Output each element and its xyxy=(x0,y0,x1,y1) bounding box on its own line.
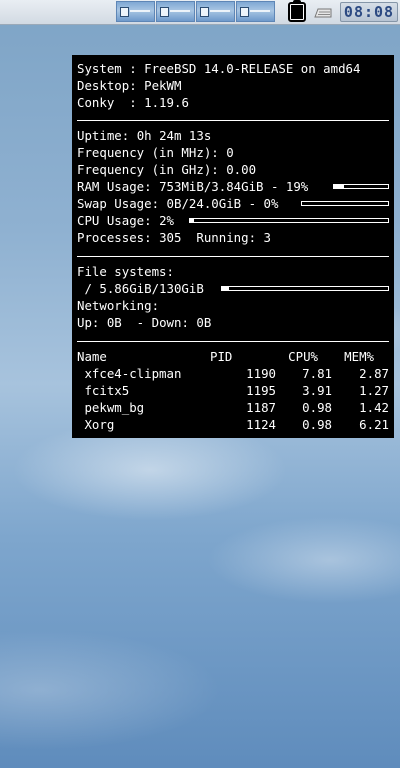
freq-mhz-label: Frequency (in MHz): xyxy=(77,145,227,160)
divider xyxy=(77,341,389,342)
freq-mhz-value: 0 xyxy=(226,145,234,160)
top-panel: 08:08 xyxy=(0,0,400,25)
process-pid: 1195 xyxy=(246,383,276,398)
process-cpu: 7.81 xyxy=(302,366,332,381)
networking-heading: Networking: xyxy=(77,298,160,313)
cpu-usage-fill xyxy=(190,219,194,222)
workspace-2[interactable] xyxy=(156,1,195,22)
conky-version-line: Conky : 1.19.6 xyxy=(77,94,189,111)
process-pid: 1124 xyxy=(246,417,276,432)
column-header-mem: MEM% xyxy=(344,349,374,364)
desktop-line: Desktop: PekWM xyxy=(77,77,181,94)
conky-value: 1.19.6 xyxy=(144,95,189,110)
ram-usage-fill xyxy=(334,185,345,188)
cpu-line: CPU Usage: 2% xyxy=(77,212,174,229)
freq-ghz-label: Frequency (in GHz): xyxy=(77,162,227,177)
swap-line: Swap Usage: 0B/24.0GiB - 0% xyxy=(77,195,278,212)
cpu-value: 2% xyxy=(159,213,174,228)
divider xyxy=(77,256,389,257)
ram-label: RAM Usage: xyxy=(77,179,160,194)
filesystem-root: / 5.86GiB/130GiB xyxy=(77,281,204,296)
keyboard-icon[interactable] xyxy=(314,6,332,18)
uptime-value: 0h 24m 13s xyxy=(136,128,212,143)
process-name: pekwm_bg xyxy=(77,400,145,415)
divider xyxy=(77,120,389,121)
swap-label: Swap Usage: xyxy=(77,196,167,211)
process-pid: 1190 xyxy=(246,366,276,381)
process-mem: 2.87 xyxy=(359,366,389,381)
workspace-pager xyxy=(116,1,276,23)
column-header-cpu: CPU% xyxy=(288,349,318,364)
processes-label: Processes: xyxy=(77,230,160,245)
conky-window: System : FreeBSD 14.0-RELEASE on amd64 D… xyxy=(72,55,394,438)
process-name: xfce4-clipman xyxy=(77,366,182,381)
filesystems-heading: File systems: xyxy=(77,264,174,279)
up-value: 0B xyxy=(106,315,122,330)
running-value: 3 xyxy=(263,230,271,245)
ram-usage-bar xyxy=(333,184,389,189)
uptime-line: Uptime: 0h 24m 13s xyxy=(77,127,211,144)
ram-value: 753MiB/3.84GiB - 19% xyxy=(159,179,309,194)
workspace-4[interactable] xyxy=(236,1,275,22)
up-label: Up: xyxy=(77,315,107,330)
running-label: Running: xyxy=(181,230,264,245)
process-pid: 1187 xyxy=(246,400,276,415)
desktop-label: Desktop: xyxy=(77,78,145,93)
filesystem-usage-fill xyxy=(222,287,230,290)
process-cpu: 0.98 xyxy=(302,417,332,432)
swap-usage-bar xyxy=(301,201,389,206)
clock[interactable]: 08:08 xyxy=(340,2,398,22)
conky-label: Conky : xyxy=(77,95,145,110)
network-line: Up: 0B - Down: 0B xyxy=(77,314,211,331)
process-cpu: 3.91 xyxy=(302,383,332,398)
processes-line: Processes: 305 Running: 3 xyxy=(77,229,271,246)
processes-value: 305 xyxy=(159,230,182,245)
freq-ghz-value: 0.00 xyxy=(226,162,257,177)
freq-ghz-line: Frequency (in GHz): 0.00 xyxy=(77,161,256,178)
system-label: System : xyxy=(77,61,145,76)
workspace-1[interactable] xyxy=(116,1,155,22)
column-header-name: Name xyxy=(77,349,107,364)
system-line: System : FreeBSD 14.0-RELEASE on amd64 xyxy=(77,60,360,77)
down-value: 0B xyxy=(196,315,212,330)
process-name: Xorg xyxy=(77,417,115,432)
ram-line: RAM Usage: 753MiB/3.84GiB - 19% xyxy=(77,178,308,195)
cpu-label: CPU Usage: xyxy=(77,213,160,228)
clipboard-icon[interactable] xyxy=(288,0,306,22)
process-mem: 1.27 xyxy=(359,383,389,398)
process-mem: 6.21 xyxy=(359,417,389,432)
swap-value: 0B/24.0GiB - 0% xyxy=(166,196,279,211)
process-mem: 1.42 xyxy=(359,400,389,415)
cpu-usage-bar xyxy=(189,218,389,223)
process-name: fcitx5 xyxy=(77,383,130,398)
column-header-pid: PID xyxy=(210,349,233,364)
process-cpu: 0.98 xyxy=(302,400,332,415)
desktop-value: PekWM xyxy=(144,78,182,93)
freq-mhz-line: Frequency (in MHz): 0 xyxy=(77,144,234,161)
system-value: FreeBSD 14.0-RELEASE on amd64 xyxy=(144,61,361,76)
workspace-3[interactable] xyxy=(196,1,235,22)
filesystem-usage-bar xyxy=(221,286,389,291)
uptime-label: Uptime: xyxy=(77,128,137,143)
down-label: - Down: xyxy=(121,315,197,330)
